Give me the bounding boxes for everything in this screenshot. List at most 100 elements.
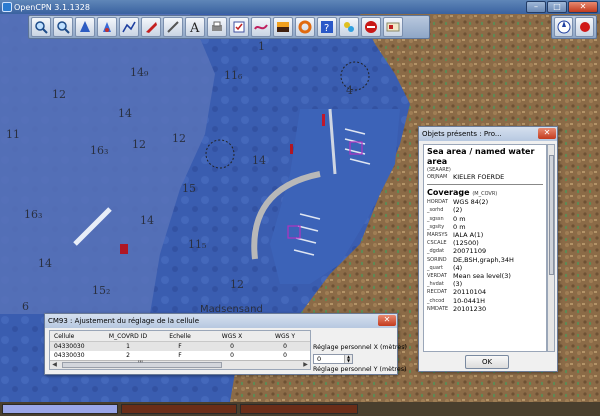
depth-label: 4 [346, 84, 353, 97]
gps-status-button[interactable] [575, 17, 594, 37]
cell-wgs-x: 0 [230, 343, 234, 350]
attribute-row: _sorhd (2) [427, 206, 543, 214]
adjust-y-label: Réglage personnel Y (mètres) [313, 366, 407, 373]
depth-label: 11 [6, 128, 20, 141]
attribute-row: NMDATE 20101230 [427, 305, 543, 313]
depth-label: 12 [230, 278, 244, 291]
mark-icon [146, 22, 157, 33]
table-row[interactable]: 04330030 1 F 0 0 [50, 342, 310, 351]
cell-wgs-x: 0 [230, 352, 234, 359]
cell-id: 04330030 [54, 343, 85, 350]
cell-table[interactable]: Cellule M_COVRD ID Echelle WGS X WGS Y 0… [49, 330, 311, 370]
ship-center-button[interactable] [75, 17, 95, 37]
mob-icon [298, 20, 312, 34]
status-field-4 [361, 404, 598, 414]
attr-key: MARSYS [427, 232, 448, 239]
layers-button[interactable] [339, 17, 359, 37]
tide-button[interactable] [251, 17, 271, 37]
depth-label: 11₅ [188, 238, 207, 251]
title-bar: OpenCPN 3.1.1328 – □ ✕ [0, 0, 600, 14]
compass-button[interactable] [554, 17, 573, 37]
ship-center-icon [80, 21, 90, 32]
cell-dialog-close-button[interactable]: ✕ [378, 315, 396, 326]
depth-label: 14 [140, 214, 154, 227]
cell-wgs-y: 0 [283, 343, 287, 350]
attr-key: _sgsity [427, 223, 445, 230]
object-heading: Sea area / named water area [427, 147, 535, 166]
cell-scale: F [178, 343, 182, 350]
scroll-right-icon[interactable]: ▶ [301, 361, 310, 369]
measure-button[interactable] [163, 17, 183, 37]
attr-value: IALA A(1) [453, 231, 484, 240]
tide-icon [254, 24, 268, 30]
depth-label: 12 [132, 138, 146, 151]
depth-label: 12 [52, 88, 66, 101]
ok-button[interactable]: OK [465, 355, 509, 369]
main-toolbar: A ? [28, 15, 430, 39]
cell-wgs-y: 0 [283, 352, 287, 359]
text-icon: A [189, 21, 200, 34]
window-title: OpenCPN 3.1.1328 [14, 2, 90, 12]
attribute-row: VERDAT Mean sea level(3) [427, 272, 543, 280]
zoom-in-button[interactable] [31, 17, 51, 37]
minimize-button[interactable]: – [526, 1, 546, 13]
attr-key: CSCALE [427, 240, 447, 247]
zoom-out-button[interactable] [53, 17, 73, 37]
adjust-x-input[interactable]: 0 ▲ ▼ [313, 354, 353, 364]
column-header[interactable]: Echelle [152, 331, 204, 341]
adjust-x-label: Réglage personnel X (mètres) [313, 344, 407, 351]
column-header[interactable]: M_COVRD ID [100, 331, 152, 341]
close-button[interactable]: ✕ [568, 1, 598, 13]
attr-key: _hvdat [427, 281, 444, 288]
attribute-row: _sgssn 0 m [427, 215, 543, 223]
cell-dialog-title: CM93 : Ajustement du réglage de la cellu… [45, 314, 397, 328]
horizontal-scrollbar[interactable]: ◀ ''' ▶ [50, 360, 310, 369]
cell-adjust-dialog: CM93 : Ajustement du réglage de la cellu… [44, 313, 407, 375]
settings-button[interactable] [229, 17, 249, 37]
depth-label: 6 [22, 300, 29, 313]
print-button[interactable] [207, 17, 227, 37]
print-icon [212, 21, 222, 31]
track-button[interactable] [97, 17, 117, 37]
color-button[interactable] [273, 17, 293, 37]
attr-value: DE,BSH,graph,34H [453, 255, 514, 264]
svg-text:A: A [189, 21, 200, 34]
attr-value: 0 m [453, 222, 466, 231]
mob-button[interactable] [295, 17, 315, 37]
depth-label: 1 [258, 40, 265, 53]
maximize-button[interactable]: □ [547, 1, 567, 13]
column-header[interactable]: Cellule [50, 331, 100, 341]
text-button[interactable]: A [185, 17, 205, 37]
column-header[interactable]: WGS X [204, 331, 256, 341]
attr-key: VERDAT [427, 273, 447, 280]
attr-value: 10-0441H [453, 296, 486, 305]
attr-key: _sorhd [427, 207, 444, 214]
attribute-row: RECDAT 20110104 [427, 288, 543, 296]
right-toolbar [551, 15, 597, 39]
objects-scrollbar[interactable] [547, 144, 555, 352]
depth-label: 15₂ [92, 284, 111, 297]
objects-dialog-close-button[interactable]: ✕ [538, 128, 556, 139]
attribute-row: HORDAT WGS 84(2) [427, 198, 543, 206]
attr-value: 20101230 [453, 304, 487, 313]
depth-label: 16₃ [90, 144, 109, 157]
attr-key: SORIND [427, 256, 447, 263]
attr-value: (12500) [453, 239, 479, 248]
scroll-left-icon[interactable]: ◀ [50, 361, 59, 369]
mark-button[interactable] [141, 17, 161, 37]
spin-arrows-icon[interactable]: ▲ ▼ [344, 355, 352, 363]
objects-list[interactable]: Sea area / named water area (SEAARE) OBJ… [423, 144, 547, 352]
column-header[interactable]: WGS Y [256, 331, 310, 341]
zoom-in-icon [35, 21, 48, 34]
attr-value: (2) [453, 206, 463, 215]
stop-button[interactable] [361, 17, 381, 37]
stop-icon [365, 21, 377, 33]
table-row[interactable]: 04330030 2 F 0 0 [50, 351, 310, 360]
objnam-row: OBJNAM KIELER FOERDE [427, 173, 543, 181]
attribute-row: _hvdat (3) [427, 280, 543, 288]
objects-dialog: Objets présents : Pro... ✕ Sea area / na… [418, 126, 558, 372]
route-button[interactable] [119, 17, 139, 37]
help-button[interactable]: ? [317, 17, 337, 37]
coverage-heading: Coverage (M_COVR) [427, 188, 498, 198]
about-button[interactable] [383, 17, 403, 37]
